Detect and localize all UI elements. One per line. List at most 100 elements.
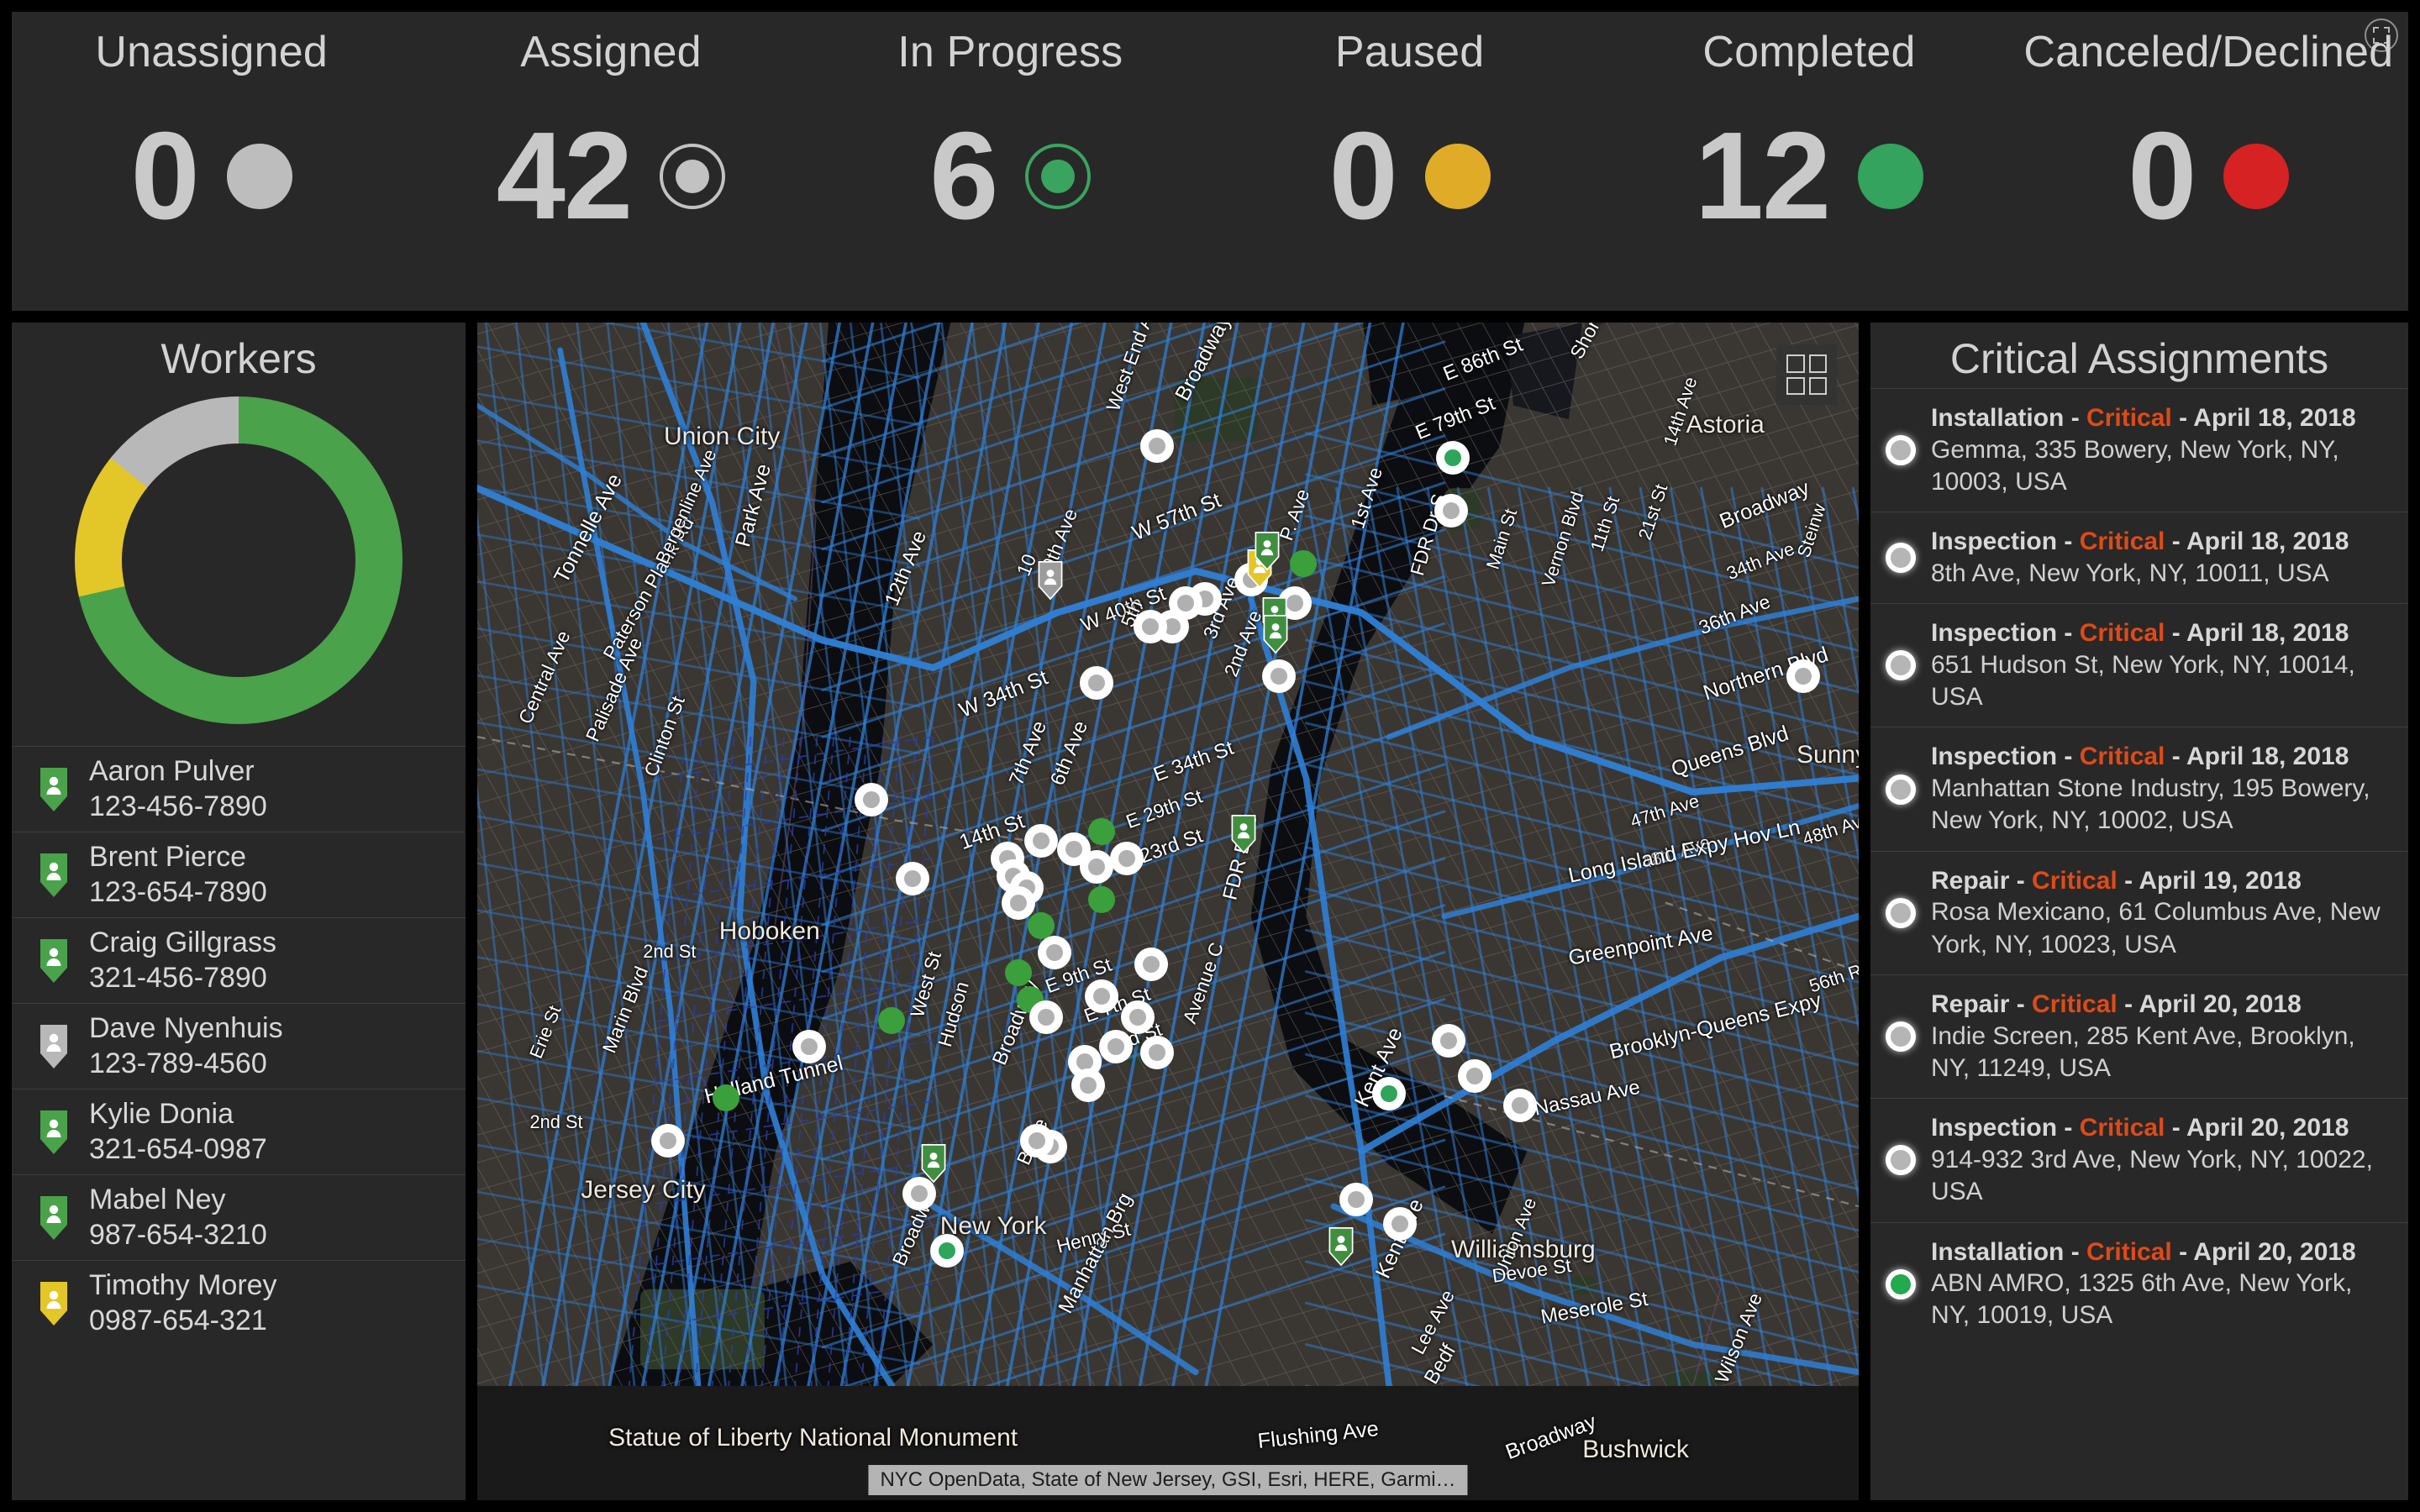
map-worker-pin[interactable] <box>1036 560 1065 605</box>
map-street-label: Flushing Ave <box>1256 1416 1380 1453</box>
map-assignment-marker[interactable] <box>1079 849 1113 884</box>
map-assignment-marker[interactable] <box>1435 441 1470 475</box>
map-assignment-marker[interactable] <box>1029 1000 1064 1035</box>
kpi-unassigned[interactable]: Unassigned 0 <box>12 12 411 311</box>
workforce-dashboard: Unassigned 0 Assigned 42 In Progress 6 Paused 0… <box>0 0 2420 1512</box>
critical-assignment-item[interactable]: Inspection - Critical - April 18, 2018 65… <box>1870 603 2408 727</box>
map-assignment-marker[interactable] <box>1434 494 1469 528</box>
map-street-label: Palisade Ave <box>581 633 647 745</box>
assignment-address: Rosa Mexicano, 61 Columbus Ave, New York… <box>1931 898 2381 958</box>
map-assignment-marker[interactable] <box>1457 1059 1491 1094</box>
map-street-label: 2nd St <box>529 1111 583 1133</box>
map-assignment-marker[interactable] <box>1109 841 1144 875</box>
map-assignment-marker[interactable] <box>1503 1089 1538 1123</box>
kpi-paused[interactable]: Paused 0 <box>1210 12 1609 311</box>
kpi-completed[interactable]: Completed 12 <box>1609 12 2008 311</box>
assignment-address: Manhattan Stone Industry, 195 Bowery, Ne… <box>1931 774 2370 835</box>
map-worker-pin[interactable] <box>1253 531 1281 575</box>
map-street-label: Wilson Ave <box>1710 1289 1766 1386</box>
map-assignment-marker[interactable] <box>1431 1024 1465 1058</box>
critical-assignments-title: Critical Assignments <box>1949 335 2329 382</box>
assignment-type: Inspection <box>1931 528 2058 556</box>
worker-pin-icon <box>37 852 71 899</box>
critical-assignment-item[interactable]: Installation - Critical - April 20, 2018… <box>1870 1221 2408 1346</box>
map-assignment-marker[interactable] <box>1079 666 1113 700</box>
map-place-label: Union City <box>663 423 781 451</box>
map-assignment-marker[interactable] <box>1085 979 1119 1013</box>
kpi-assigned[interactable]: Assigned 42 <box>411 12 810 311</box>
critical-assignment-item[interactable]: Installation - Critical - April 18, 2018… <box>1870 388 2408 512</box>
map-assignment-marker[interactable] <box>1339 1183 1373 1217</box>
worker-list-item[interactable]: Kylie Donia 321-654-0987 <box>12 1089 466 1174</box>
worker-pin-icon <box>37 937 71 984</box>
map-assignment-marker[interactable] <box>712 1084 739 1111</box>
map-worker-pin[interactable] <box>1229 814 1258 858</box>
map-assignment-marker[interactable] <box>1088 885 1116 913</box>
worker-phone: 321-654-0987 <box>89 1132 267 1165</box>
map-worker-pin[interactable] <box>1327 1226 1355 1271</box>
worker-list-item[interactable]: Craig Gillgrass 321-456-7890 <box>12 917 466 1003</box>
map-assignment-marker[interactable] <box>792 1030 826 1064</box>
map-assignment-marker[interactable] <box>1133 609 1167 643</box>
map-assignment-marker[interactable] <box>1786 659 1821 693</box>
critical-assignment-item[interactable]: Inspection - Critical - April 18, 2018 8t… <box>1870 512 2408 603</box>
critical-assignment-item[interactable]: Inspection - Critical - April 20, 2018 91… <box>1870 1098 2408 1221</box>
assignment-status-indicator <box>1886 543 1916 574</box>
map-street-label: Bergenline Ave <box>650 446 721 568</box>
map-assignment-marker[interactable] <box>1019 1124 1054 1158</box>
map-street-label: E 29th St <box>1123 785 1205 833</box>
kpi-value: 0 <box>1328 107 1397 245</box>
map-assignment-marker[interactable] <box>895 861 929 895</box>
map-street-label: Union Ave <box>1489 1194 1540 1280</box>
map-street-label: Steinw <box>1792 501 1830 561</box>
map-assignment-marker[interactable] <box>929 1233 964 1268</box>
map-assignment-marker[interactable] <box>1098 1030 1133 1064</box>
assignments-map[interactable]: Union City Astoria Hoboken Jersey City New Y… <box>477 323 1859 1500</box>
map-assignment-marker[interactable] <box>1134 948 1169 982</box>
worker-list-item[interactable]: Dave Nyenhuis 123-789-4560 <box>12 1003 466 1089</box>
map-assignment-marker[interactable] <box>1383 1206 1418 1241</box>
worker-list-item[interactable]: Brent Pierce 123-654-7890 <box>12 832 466 917</box>
assignment-status-indicator <box>1886 897 1916 928</box>
map-assignment-marker[interactable] <box>1023 823 1058 858</box>
critical-assignment-item[interactable]: Repair - Critical - April 19, 2018 Rosa M… <box>1870 850 2408 974</box>
map-assignment-marker[interactable] <box>1005 958 1033 986</box>
map-street-label: W 57th St <box>1128 488 1224 546</box>
map-assignment-marker[interactable] <box>1139 1036 1174 1070</box>
assignment-date: April 18, 2018 <box>2186 743 2349 771</box>
map-assignment-marker[interactable] <box>1290 550 1318 578</box>
assignment-status-indicator <box>1886 650 1916 681</box>
worker-list-item[interactable]: Aaron Pulver 123-456-7890 <box>12 746 466 832</box>
map-street-label: Broadw <box>888 1200 935 1269</box>
map-assignment-marker[interactable] <box>1038 936 1072 970</box>
kpi-in-progress[interactable]: In Progress 6 <box>811 12 1210 311</box>
assignment-status-indicator <box>1886 435 1916 466</box>
kpi-value: 0 <box>130 107 200 245</box>
map-assignment-marker[interactable] <box>854 782 888 816</box>
assignment-priority: Critical <box>2086 1237 2172 1266</box>
map-assignment-marker[interactable] <box>1261 659 1296 693</box>
zoom-to-extent-icon[interactable] <box>1776 344 1837 405</box>
map-place-label: Sunnyside <box>1797 740 1859 769</box>
map-assignment-marker[interactable] <box>1071 1068 1105 1103</box>
critical-assignment-item[interactable]: Inspection - Critical - April 18, 2018 Ma… <box>1870 727 2408 850</box>
worker-list-item[interactable]: Timothy Morey 0987-654-321 <box>12 1260 466 1346</box>
map-assignment-marker[interactable] <box>650 1124 685 1158</box>
map-assignment-marker[interactable] <box>1120 1000 1155 1035</box>
map-assignment-marker[interactable] <box>1027 911 1055 939</box>
map-worker-pin[interactable] <box>1261 614 1290 659</box>
map-worker-pin[interactable] <box>919 1143 948 1188</box>
kpi-canceled-declined[interactable]: Canceled/Declined 0 <box>2009 12 2408 311</box>
worker-name: Timothy Morey <box>89 1269 277 1302</box>
map-assignment-marker[interactable] <box>1139 429 1174 464</box>
map-assignment-marker[interactable] <box>1372 1077 1407 1111</box>
map-assignment-marker[interactable] <box>1002 886 1036 921</box>
kpi-label: Unassigned <box>95 28 328 76</box>
assignment-type: Inspection <box>1931 619 2058 648</box>
kpi-value: 12 <box>1694 107 1832 245</box>
worker-name: Craig Gillgrass <box>89 927 276 959</box>
map-assignment-marker[interactable] <box>1088 817 1116 845</box>
worker-list-item[interactable]: Mabel Ney 987-654-3210 <box>12 1174 466 1260</box>
map-assignment-marker[interactable] <box>878 1007 906 1035</box>
critical-assignment-item[interactable]: Repair - Critical - April 20, 2018 Indie … <box>1870 974 2408 1098</box>
